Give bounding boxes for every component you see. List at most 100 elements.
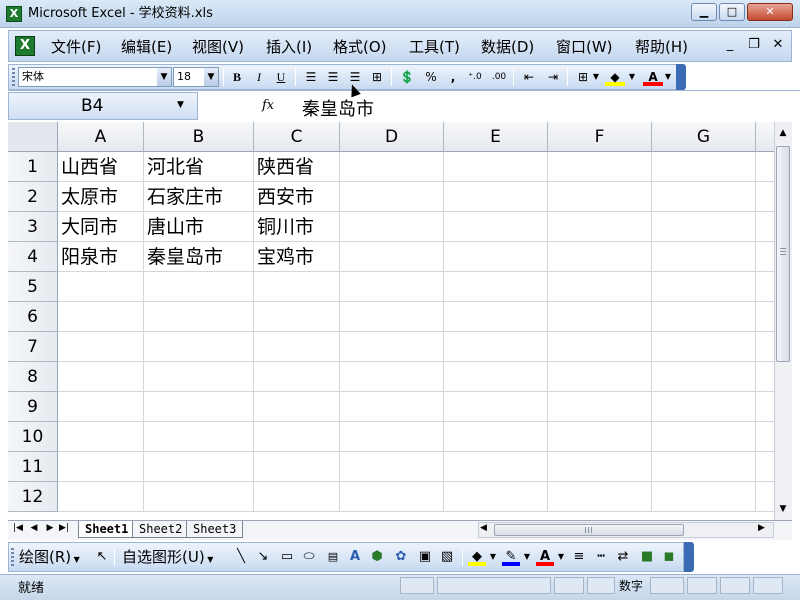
cell-b7[interactable] [144, 332, 254, 362]
cell-h3[interactable] [756, 212, 774, 242]
cell-b11[interactable] [144, 452, 254, 482]
line-icon[interactable]: ╲ [232, 548, 250, 566]
cell-h12[interactable] [756, 482, 774, 512]
cell-c2[interactable]: 西安市 [254, 182, 340, 212]
row-header-4[interactable]: 4 [8, 242, 58, 272]
cell-d6[interactable] [340, 302, 444, 332]
dash-style-icon[interactable]: ┅ [592, 548, 610, 566]
sheet-tab-sheet2[interactable]: Sheet2 [132, 521, 190, 538]
menu-window[interactable]: 窗口(W) [556, 38, 613, 56]
decrease-decimal-icon[interactable]: .00 [489, 68, 509, 86]
chevron-down-icon[interactable]: ▼ [591, 68, 601, 86]
cell-e8[interactable] [444, 362, 548, 392]
cell-g3[interactable] [652, 212, 756, 242]
font-color-icon[interactable]: A [536, 548, 554, 566]
cell-g11[interactable] [652, 452, 756, 482]
percent-style-icon[interactable]: % [421, 68, 441, 86]
toolbar-options-icon[interactable] [676, 64, 686, 90]
cell-f11[interactable] [548, 452, 652, 482]
cell-f10[interactable] [548, 422, 652, 452]
cell-a7[interactable] [58, 332, 144, 362]
cell-a11[interactable] [58, 452, 144, 482]
menu-view[interactable]: 视图(V) [192, 38, 244, 56]
maximize-button[interactable]: □ [719, 3, 745, 21]
cell-c12[interactable] [254, 482, 340, 512]
cell-g2[interactable] [652, 182, 756, 212]
cell-g8[interactable] [652, 362, 756, 392]
cell-g6[interactable] [652, 302, 756, 332]
cell-a3[interactable]: 大同市 [58, 212, 144, 242]
row-header-11[interactable]: 11 [8, 452, 58, 482]
cell-f8[interactable] [548, 362, 652, 392]
menu-tools[interactable]: 工具(T) [409, 38, 460, 56]
cell-e3[interactable] [444, 212, 548, 242]
cell-d10[interactable] [340, 422, 444, 452]
chevron-down-icon[interactable]: ▼ [488, 548, 498, 566]
cell-b9[interactable] [144, 392, 254, 422]
cell-f4[interactable] [548, 242, 652, 272]
cell-b3[interactable]: 唐山市 [144, 212, 254, 242]
cell-a8[interactable] [58, 362, 144, 392]
cell-h10[interactable] [756, 422, 774, 452]
cell-a12[interactable] [58, 482, 144, 512]
cell-h11[interactable] [756, 452, 774, 482]
cell-d12[interactable] [340, 482, 444, 512]
cell-e5[interactable] [444, 272, 548, 302]
cell-d8[interactable] [340, 362, 444, 392]
cell-g10[interactable] [652, 422, 756, 452]
cell-f5[interactable] [548, 272, 652, 302]
menu-edit[interactable]: 编辑(E) [121, 38, 172, 56]
cell-b4[interactable]: 秦皇岛市 [144, 242, 254, 272]
row-header-3[interactable]: 3 [8, 212, 58, 242]
doc-restore-icon[interactable]: ❐ [745, 37, 763, 52]
cell-f2[interactable] [548, 182, 652, 212]
cell-c1[interactable]: 陕西省 [254, 152, 340, 182]
row-header-7[interactable]: 7 [8, 332, 58, 362]
cell-g1[interactable] [652, 152, 756, 182]
cell-c9[interactable] [254, 392, 340, 422]
cell-e1[interactable] [444, 152, 548, 182]
cell-e10[interactable] [444, 422, 548, 452]
cell-f12[interactable] [548, 482, 652, 512]
menu-file[interactable]: 文件(F) [51, 38, 101, 56]
cell-g4[interactable] [652, 242, 756, 272]
cell-d4[interactable] [340, 242, 444, 272]
column-header-d[interactable]: D [340, 122, 444, 152]
cell-e7[interactable] [444, 332, 548, 362]
cell-a2[interactable]: 太原市 [58, 182, 144, 212]
cell-h8[interactable] [756, 362, 774, 392]
cell-g9[interactable] [652, 392, 756, 422]
cell-d2[interactable] [340, 182, 444, 212]
line-color-icon[interactable]: ✎ [502, 548, 520, 566]
cell-d1[interactable] [340, 152, 444, 182]
cell-d5[interactable] [340, 272, 444, 302]
bold-button[interactable]: B [227, 68, 247, 86]
toolbar-grip-icon[interactable] [12, 68, 15, 86]
line-style-icon[interactable]: ≡ [570, 548, 588, 566]
wordart-icon[interactable]: A [346, 548, 364, 566]
column-header-e[interactable]: E [444, 122, 548, 152]
sheet-tab-sheet1[interactable]: Sheet1 [78, 521, 136, 538]
doc-close-icon[interactable]: ✕ [769, 37, 787, 52]
cell-d3[interactable] [340, 212, 444, 242]
cell-h6[interactable] [756, 302, 774, 332]
cell-b10[interactable] [144, 422, 254, 452]
font-name-select[interactable]: 宋体 ▼ [18, 67, 172, 87]
cell-a1[interactable]: 山西省 [58, 152, 144, 182]
chevron-down-icon[interactable]: ▼ [556, 548, 566, 566]
column-header-c[interactable]: C [254, 122, 340, 152]
chevron-down-icon[interactable]: ▼ [627, 68, 637, 86]
prev-sheet-icon[interactable]: ◀ [28, 523, 40, 533]
rectangle-icon[interactable]: ▭ [278, 548, 296, 566]
chevron-down-icon[interactable]: ▼ [204, 68, 218, 86]
decrease-indent-icon[interactable]: ⇤ [519, 68, 539, 86]
column-header-h[interactable] [756, 122, 774, 152]
cell-b1[interactable]: 河北省 [144, 152, 254, 182]
shadow-style-icon[interactable]: ■ [638, 548, 656, 566]
cell-c6[interactable] [254, 302, 340, 332]
align-left-icon[interactable]: ☰ [301, 68, 321, 86]
borders-icon[interactable]: ⊞ [573, 68, 593, 86]
font-color-icon[interactable]: A [643, 68, 663, 86]
cell-e12[interactable] [444, 482, 548, 512]
chevron-down-icon[interactable]: ▼ [157, 68, 171, 86]
